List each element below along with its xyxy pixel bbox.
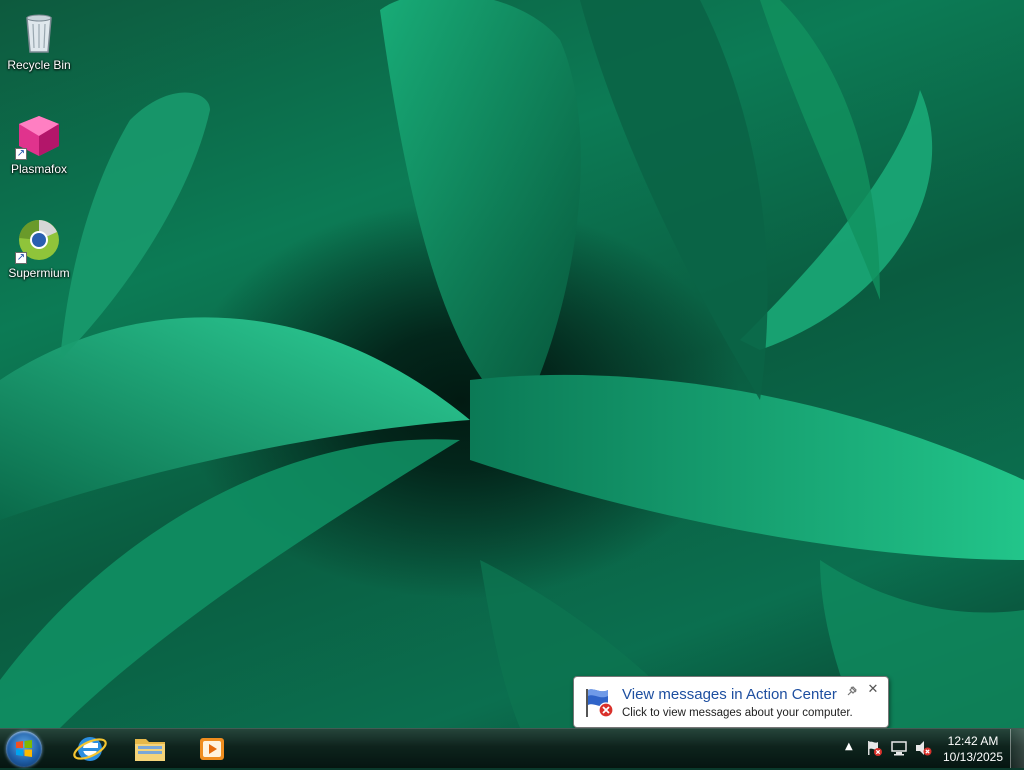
network-tray-icon[interactable] — [890, 739, 908, 757]
shortcut-arrow-icon: ↗ — [15, 148, 27, 160]
desktop-icon-label: Recycle Bin — [7, 58, 71, 72]
file-explorer-icon — [135, 739, 165, 761]
show-desktop-button[interactable] — [1010, 729, 1024, 768]
desktop-icon-plasmafox[interactable]: ↗ Plasmafox — [4, 108, 74, 176]
volume-muted-tray-icon[interactable] — [914, 739, 932, 757]
internet-explorer-icon — [73, 737, 107, 761]
shortcut-arrow-icon: ↗ — [15, 252, 27, 264]
show-hidden-icons-button[interactable]: ▲ — [845, 741, 853, 752]
clock-date: 10/13/2025 — [942, 750, 1004, 764]
media-player-icon — [200, 738, 224, 760]
taskbar-file-explorer-button[interactable] — [128, 731, 172, 767]
desktop-icon-recycle-bin[interactable]: Recycle Bin — [4, 4, 74, 72]
windows-logo-icon — [16, 740, 32, 757]
desktop-icon-supermium[interactable]: ↗ Supermium — [4, 212, 74, 280]
desktop-icon-label: Supermium — [8, 266, 70, 280]
clock-time: 12:42 AM — [947, 734, 999, 748]
supermium-icon: ↗ — [15, 216, 63, 264]
desktop-icon-label: Plasmafox — [10, 162, 68, 176]
recycle-bin-icon — [15, 8, 63, 56]
plasmafox-icon: ↗ — [15, 112, 63, 160]
taskbar: ▲ 12:42 AM 10/13/2025 — [0, 728, 1024, 768]
action-center-notification-balloon[interactable]: View messages in Action Center Click to … — [573, 676, 889, 728]
action-center-tray-icon[interactable] — [866, 739, 884, 757]
taskbar-media-player-button[interactable] — [190, 731, 234, 767]
balloon-close-button[interactable]: ✕ — [866, 683, 880, 697]
taskbar-internet-explorer-button[interactable] — [68, 731, 112, 767]
pin-icon — [846, 685, 858, 697]
balloon-title[interactable]: View messages in Action Center — [622, 686, 837, 703]
wallpaper-leaves — [0, 0, 1024, 728]
taskbar-clock[interactable]: 12:42 AM 10/13/2025 — [938, 733, 1008, 765]
desktop[interactable]: Recycle Bin ↗ Plasmafox ↗ Supermium View… — [0, 0, 1024, 728]
start-button[interactable] — [6, 731, 42, 767]
action-center-flag-icon — [582, 685, 616, 719]
balloon-text: Click to view messages about your comput… — [622, 707, 853, 719]
